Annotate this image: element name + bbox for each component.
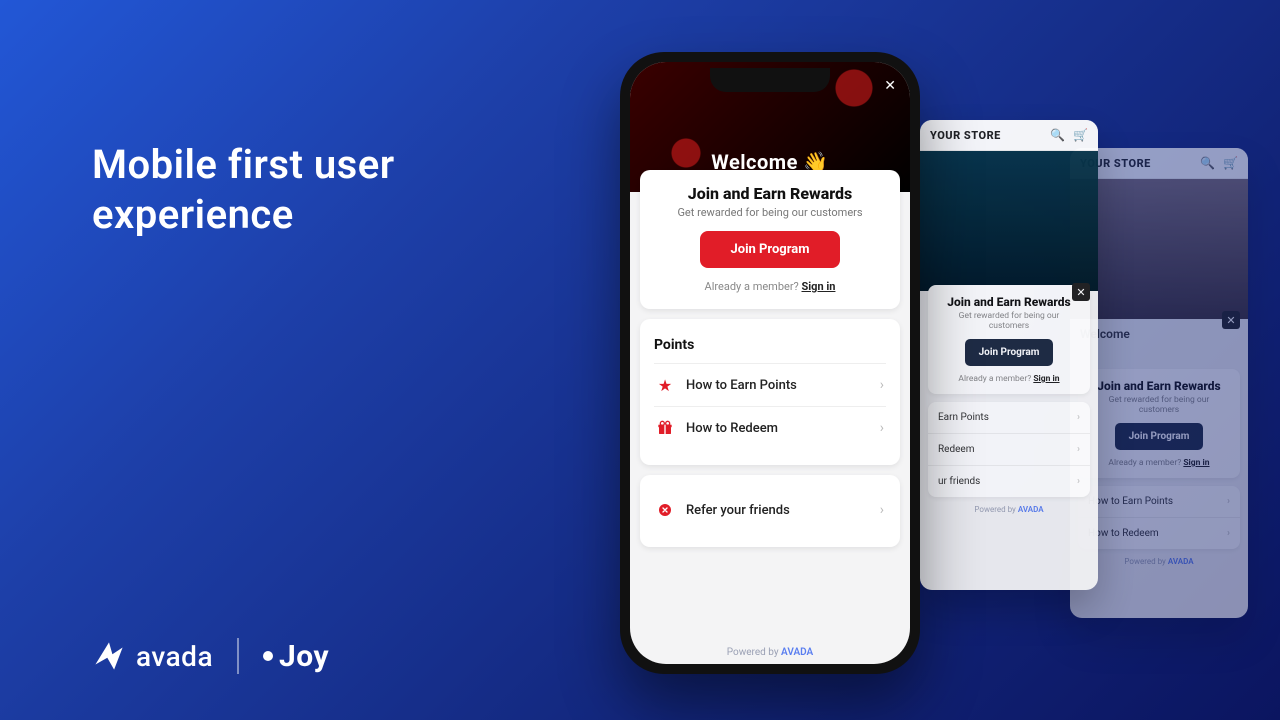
phone-screen: ✕ Welcome 👋 Join and Earn Rewards Get re… [630,62,910,664]
headline: Mobile first userexperience [92,140,395,240]
close-icon[interactable]: ✕ [884,78,896,94]
joy-wordmark: Joy [279,639,329,674]
list-item[interactable]: Earn Points› [928,402,1090,433]
list-item[interactable]: How to Redeem› [1078,517,1240,549]
row-label: How to Redeem [686,421,868,436]
join-program-button[interactable]: Join Program [700,231,839,268]
mini-join-title: Join and Earn Rewards [938,295,1080,309]
chevron-right-icon: › [880,502,884,518]
phone-frame: ✕ Welcome 👋 Join and Earn Rewards Get re… [620,52,920,674]
logo-row: avada Joy [92,638,329,674]
already-member: Already a member? Sign in [938,374,1080,384]
badge-icon [656,501,674,519]
chevron-right-icon: › [1227,496,1230,507]
signin-link[interactable]: Sign in [1033,374,1059,384]
header-tools: 🔍 🛒 [1200,156,1238,170]
mini-join-panel: Join and Earn Rewards Get rewarded for b… [1078,369,1240,478]
already-member: Already a member? Sign in [654,280,886,293]
chevron-right-icon: › [1077,444,1080,455]
points-title: Points [654,333,886,363]
cart-icon[interactable]: 🛒 [1073,128,1088,142]
earn-points-row[interactable]: ★ How to Earn Points › [654,363,886,406]
join-button[interactable]: Join Program [965,339,1054,366]
powered-by: Powered by AVADA [630,647,910,658]
join-title: Join and Earn Rewards [654,184,886,203]
mini-hero: ✕ [920,151,1098,291]
signin-link[interactable]: Sign in [1183,458,1209,468]
mini-list: How to Earn Points› How to Redeem› [1078,486,1240,549]
store-name: YOUR STORE [930,129,1001,142]
mini-join-panel: Join and Earn Rewards Get rewarded for b… [928,285,1090,394]
joy-logo: Joy [263,639,329,674]
search-icon[interactable]: 🔍 [1050,128,1065,142]
row-label: Refer your friends [686,503,868,518]
powered-by: Powered by AVADA [920,505,1098,520]
row-label: How to Earn Points [686,378,868,393]
logo-divider [237,638,239,674]
avada-arrow-icon [92,639,126,673]
gift-icon [656,419,674,437]
star-icon: ★ [656,376,674,394]
refer-panel: Refer your friends › [640,475,900,547]
list-item[interactable]: Redeem› [928,433,1090,465]
list-item[interactable]: How to Earn Points› [1078,486,1240,517]
chevron-right-icon: › [1077,412,1080,423]
join-panel: Join and Earn Rewards Get rewarded for b… [640,170,900,309]
search-icon[interactable]: 🔍 [1200,156,1215,170]
close-icon[interactable]: ✕ [1222,311,1240,329]
mini-join-title: Join and Earn Rewards [1088,379,1230,393]
list-item[interactable]: ur friends› [928,465,1090,497]
mini-list: Earn Points› Redeem› ur friends› [928,402,1090,497]
chevron-right-icon: › [1227,528,1230,539]
points-panel: Points ★ How to Earn Points › How to Red… [640,319,900,465]
chevron-right-icon: › [1077,476,1080,487]
mini-join-sub: Get rewarded for being our customers [1088,395,1230,415]
avada-logo: avada [92,639,213,673]
chevron-right-icon: › [880,420,884,436]
cart-icon[interactable]: 🛒 [1223,156,1238,170]
joy-dot-icon [263,651,273,661]
refer-friends-row[interactable]: Refer your friends › [654,489,886,531]
join-button[interactable]: Join Program [1115,423,1204,450]
join-subtitle: Get rewarded for being our customers [654,206,886,219]
phone-notch [710,68,830,92]
header-tools: 🔍 🛒 [1050,128,1088,142]
redeem-row[interactable]: How to Redeem › [654,406,886,449]
preview-card-2: YOUR STORE 🔍 🛒 ✕ Join and Earn Rewards G… [920,120,1098,590]
close-icon[interactable]: ✕ [1072,283,1090,301]
avada-wordmark: avada [136,640,213,673]
mini-join-sub: Get rewarded for being our customers [938,311,1080,331]
signin-link[interactable]: Sign in [802,280,836,293]
chevron-right-icon: › [880,377,884,393]
already-member: Already a member? Sign in [1088,458,1230,468]
